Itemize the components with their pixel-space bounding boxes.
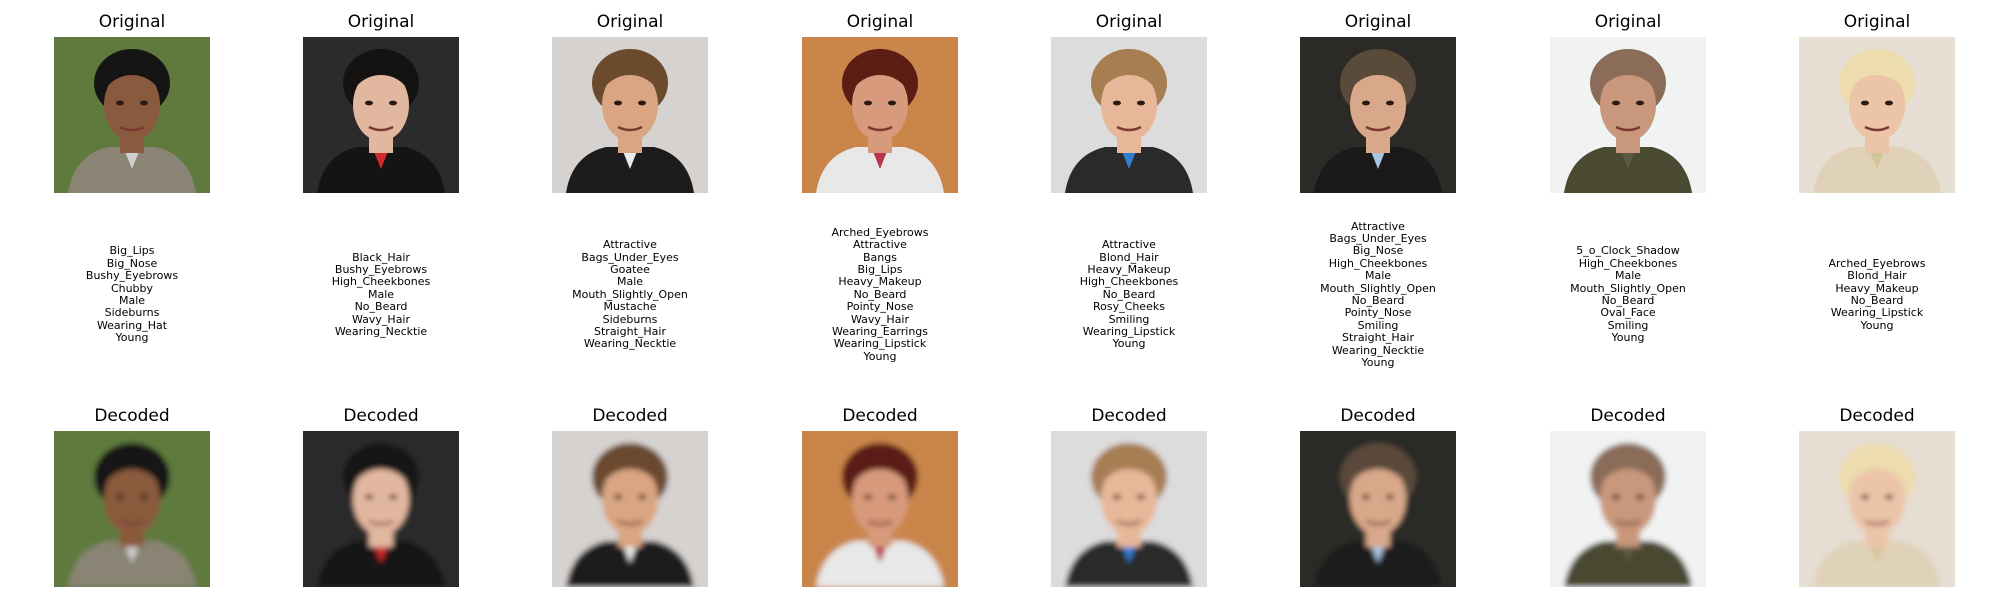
decoded-title: Decoded	[592, 406, 668, 426]
decoded-title: Decoded	[1839, 406, 1915, 426]
attribute-label: Young	[863, 349, 897, 363]
decoded-face-image	[1799, 431, 1955, 587]
decoded-face-image	[552, 431, 708, 587]
attribute-label: No_Beard	[354, 300, 408, 314]
attribute-label: Pointy_Nose	[1344, 306, 1412, 320]
decoded-face-image	[1300, 431, 1456, 587]
attribute-label: High_Cheekbones	[1079, 275, 1179, 289]
panel-column: Original Attractive Blond_Hair Heavy_Makeup…	[1051, 0, 1207, 600]
original-face-image	[303, 37, 459, 193]
attribute-list: Big_Lips Big_Nose Bushy_Eyebrows Chubby Male…	[14, 195, 250, 395]
panel-column: Original Arched_Eyebrows Attractive Bangs Bi…	[802, 0, 958, 600]
attribute-list: 5_o_Clock_Shadow High_Cheekbones Male Mouth…	[1510, 195, 1746, 395]
attribute-label: Attractive	[603, 238, 657, 252]
attribute-label: Sideburns	[104, 306, 160, 320]
original-face-image	[1300, 37, 1456, 193]
attribute-label: Blond_Hair	[1847, 269, 1907, 283]
attribute-label: Rosy_Cheeks	[1093, 300, 1165, 314]
original-title: Original	[347, 12, 415, 32]
panel-column: Original Attractive Bags_Under_Eyes Big_Nos…	[1300, 0, 1456, 600]
panel-column: Original Black_Hair Bushy_Eyebrows High_Che…	[303, 0, 459, 600]
attribute-label: Male	[1614, 269, 1642, 283]
decoded-face-image	[802, 431, 958, 587]
attribute-list: Black_Hair Bushy_Eyebrows High_Cheekbones M…	[263, 195, 499, 395]
attribute-label: Pointy_Nose	[846, 300, 914, 314]
decoded-title: Decoded	[1340, 406, 1416, 426]
panel-column: Original 5_o_Clock_Shadow High_Cheekbones M…	[1550, 0, 1706, 600]
attribute-label: Young	[1860, 318, 1894, 332]
attribute-label: Young	[115, 331, 149, 345]
attribute-label: Young	[1611, 331, 1645, 345]
decoded-title: Decoded	[343, 406, 419, 426]
attribute-label: Young	[1361, 356, 1395, 370]
attribute-list: Attractive Bags_Under_Eyes Goatee Male Mouth…	[512, 195, 748, 395]
attribute-label: Straight_Hair	[1342, 331, 1414, 345]
attribute-label: Young	[1112, 337, 1146, 351]
attribute-label: Male	[1364, 269, 1392, 283]
decoded-title: Decoded	[1091, 406, 1167, 426]
attribute-label: Heavy_Makeup	[838, 275, 922, 289]
original-face-image	[54, 37, 210, 193]
attribute-list: Arched_Eyebrows Attractive Bangs Big_Lips He…	[762, 195, 998, 395]
original-title: Original	[98, 12, 166, 32]
decoded-face-image	[54, 431, 210, 587]
decoded-face-image	[1550, 431, 1706, 587]
attribute-label: Wearing_Lipstick	[833, 337, 927, 351]
original-title: Original	[596, 12, 664, 32]
attribute-list: Attractive Bags_Under_Eyes Big_Nose High_Ch…	[1260, 195, 1496, 395]
attribute-label: Attractive	[853, 238, 907, 252]
attribute-label: Big_Lips	[109, 244, 155, 258]
attribute-label: 5_o_Clock_Shadow	[1576, 244, 1680, 258]
attribute-label: Attractive	[1102, 238, 1156, 252]
attribute-label: Wearing_Necktie	[583, 337, 677, 351]
panel-column: Original Arched_Eyebrows Blond_Hair Heavy_M…	[1799, 0, 1955, 600]
attribute-list: Arched_Eyebrows Blond_Hair Heavy_Makeup No_…	[1759, 195, 1995, 395]
decoded-title: Decoded	[1590, 406, 1666, 426]
attribute-label: Oval_Face	[1600, 306, 1656, 320]
panel-column: Original Attractive Bags_Under_Eyes Goatee M…	[552, 0, 708, 600]
decoded-title: Decoded	[94, 406, 170, 426]
original-face-image	[1051, 37, 1207, 193]
attribute-label: Wearing_Necktie	[334, 325, 428, 339]
original-title: Original	[1843, 12, 1911, 32]
original-title: Original	[1344, 12, 1412, 32]
attribute-label: Mustache	[603, 300, 657, 314]
attribute-label: Male	[616, 275, 644, 289]
original-face-image	[552, 37, 708, 193]
original-title: Original	[1594, 12, 1662, 32]
original-face-image	[1550, 37, 1706, 193]
decoded-face-image	[303, 431, 459, 587]
original-face-image	[1799, 37, 1955, 193]
decoded-face-image	[1051, 431, 1207, 587]
attribute-label: Big_Nose	[1352, 244, 1404, 258]
attribute-list: Attractive Blond_Hair Heavy_Makeup High_Che…	[1011, 195, 1247, 395]
original-face-image	[802, 37, 958, 193]
panel-column: Original Big_Lips Big_Nose Bushy_Eyebrows Ch…	[54, 0, 210, 600]
attribute-label: High_Cheekbones	[331, 275, 431, 289]
decoded-title: Decoded	[842, 406, 918, 426]
attribute-label: Bushy_Eyebrows	[85, 269, 179, 283]
attribute-label: Wearing_Lipstick	[1830, 306, 1924, 320]
original-title: Original	[1095, 12, 1163, 32]
original-title: Original	[846, 12, 914, 32]
